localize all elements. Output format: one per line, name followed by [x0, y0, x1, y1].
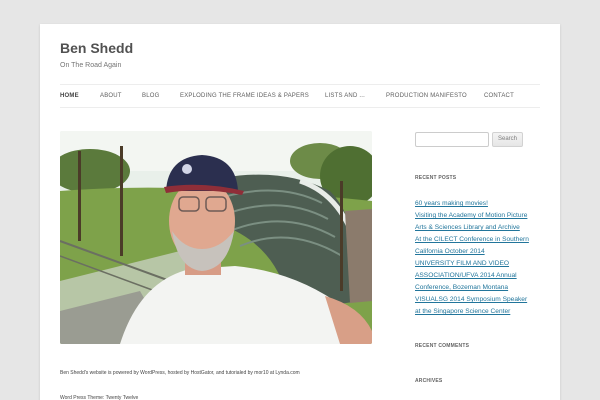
nav-item-blog[interactable]: BLOG	[142, 85, 159, 107]
main-navigation: HOME ABOUT BLOG EXPLODING THE FRAME IDEA…	[60, 84, 540, 108]
nav-item-about[interactable]: ABOUT	[100, 85, 122, 107]
nav-item-lists-and[interactable]: LISTS AND ...	[325, 85, 365, 107]
recent-post-link[interactable]: 60 years making movies!	[415, 198, 543, 210]
recent-post-link[interactable]: At the CILECT Conference in Southern	[415, 234, 543, 246]
nav-item-contact[interactable]: CONTACT	[484, 85, 514, 107]
footer-credit-text: Ben Shedd's website is powered by WordPr…	[60, 370, 300, 376]
recent-post-link[interactable]: Arts & Sciences Library and Archive	[415, 222, 543, 234]
site-title[interactable]: Ben Shedd	[60, 40, 133, 56]
recent-post-link[interactable]: Visiting the Academy of Motion Picture	[415, 210, 543, 222]
recent-post-link[interactable]: ASSOCIATION/UFVA 2014 Annual	[415, 270, 543, 282]
nav-item-production-manifesto[interactable]: PRODUCTION MANIFESTO	[386, 85, 467, 107]
recent-comments-heading: RECENT COMMENTS	[415, 343, 470, 349]
recent-posts-list: 60 years making movies! Visiting the Aca…	[415, 198, 543, 318]
nav-item-home[interactable]: HOME	[60, 85, 79, 107]
site-description: On The Road Again	[60, 62, 122, 69]
footer-theme-text: Word Press Theme: Twenty Twelve	[60, 395, 139, 400]
recent-post-link[interactable]: at the Singapore Science Center	[415, 306, 543, 318]
recent-post-link[interactable]: UNIVERSITY FILM AND VIDEO	[415, 258, 543, 270]
archives-heading: ARCHIVES	[415, 378, 443, 384]
nav-item-exploding-the-frame[interactable]: EXPLODING THE FRAME IDEAS & PAPERS	[180, 85, 309, 107]
search-input[interactable]	[415, 132, 489, 147]
recent-post-link[interactable]: Conference, Bozeman Montana	[415, 282, 543, 294]
recent-post-link[interactable]: California October 2014	[415, 246, 543, 258]
recent-post-link[interactable]: VISUALSG 2014 Symposium Speaker	[415, 294, 543, 306]
page-container: Ben Shedd On The Road Again HOME ABOUT B…	[40, 24, 560, 400]
header-photo	[60, 131, 372, 344]
search-button[interactable]: Search	[492, 132, 523, 147]
recent-posts-heading: RECENT POSTS	[415, 175, 457, 181]
